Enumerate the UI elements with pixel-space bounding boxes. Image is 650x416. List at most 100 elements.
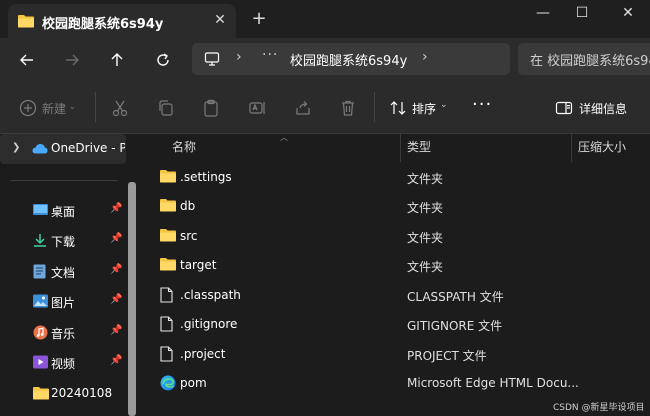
computer-icon [204, 51, 220, 70]
sidebar-scrollbar[interactable] [128, 182, 136, 416]
file-type: CLASSPATH 文件 [407, 290, 504, 304]
pin-icon[interactable]: 📌 [110, 355, 122, 366]
new-button[interactable] [18, 98, 38, 118]
back-button[interactable] [16, 50, 38, 70]
file-type: 文件夹 [407, 201, 444, 215]
sidebar-item-onedrive[interactable]: ❯ OneDrive - Personal [0, 134, 126, 164]
pin-icon[interactable]: 📌 [110, 203, 122, 214]
details-pane-label[interactable]: 详细信息 [579, 100, 627, 117]
details-pane-button[interactable] [554, 98, 574, 118]
chevron-down-icon: ⌄ [440, 100, 448, 110]
column-header-name[interactable]: 名称 [172, 138, 196, 162]
navigation-pane: ❯ OneDrive - Personal 桌面 📌 下载 📌 文档 📌 图片 … [0, 134, 140, 416]
trash-icon [342, 100, 354, 116]
sidebar-item-label: OneDrive - Personal [51, 141, 125, 155]
sidebar-item-downloads[interactable]: 下载 📌 [0, 227, 126, 255]
more-options-button[interactable]: ··· [472, 94, 492, 115]
table-row[interactable]: db 文件夹 [142, 192, 650, 221]
table-row[interactable]: .settings 文件夹 [142, 163, 650, 192]
file-name: pom [180, 376, 207, 390]
chevron-down-icon: ⌄ [69, 102, 76, 111]
new-button-label[interactable]: 新建 [42, 100, 66, 117]
file-name: .classpath [180, 288, 241, 302]
table-row[interactable]: .classpath CLASSPATH 文件 [142, 281, 650, 310]
sort-ascending-icon: ︿ [280, 133, 288, 142]
file-name: .gitignore [180, 317, 238, 331]
table-row[interactable]: target 文件夹 [142, 251, 650, 280]
column-header-type[interactable]: 类型 [407, 138, 431, 162]
music-icon [33, 325, 48, 340]
sidebar-item-documents[interactable]: 文档 📌 [0, 258, 126, 286]
sidebar-item-label: 桌面 [51, 205, 76, 219]
video-icon [33, 355, 48, 369]
share-button[interactable] [293, 98, 313, 118]
file-type: PROJECT 文件 [407, 349, 487, 363]
sidebar-item-videos[interactable]: 视频 📌 [0, 349, 126, 377]
file-icon [160, 287, 176, 303]
plus-circle-icon [19, 99, 37, 117]
refresh-icon [157, 53, 169, 66]
file-list: ︿ 名称 类型 压缩大小 .settings 文件夹 db 文件夹 src 文件… [142, 133, 650, 416]
copy-icon [159, 100, 173, 116]
sidebar-item-music[interactable]: 音乐 📌 [0, 319, 126, 347]
copy-button[interactable] [156, 98, 176, 118]
column-header-compressed-size[interactable]: 压缩大小 [578, 138, 626, 162]
details-pane-icon [555, 101, 573, 115]
document-icon [33, 264, 47, 279]
file-name: target [180, 258, 217, 272]
navigation-bar: › ··· 校园跑腿系统6s94y › 在 校园跑腿系统6s94y 中搜索 [0, 38, 650, 82]
table-row[interactable]: pom Microsoft Edge HTML Docu... [142, 369, 650, 398]
file-type: Microsoft Edge HTML Docu... [407, 376, 579, 390]
watermark: CSDN @新星毕设项目 [553, 403, 645, 413]
tab-current-folder[interactable]: 校园跑腿系统6s94y ✕ [8, 4, 236, 38]
tab-title: 校园跑腿系统6s94y [42, 17, 164, 32]
file-name: .project [180, 347, 226, 361]
sidebar-item-desktop[interactable]: 桌面 📌 [0, 197, 126, 225]
forward-button[interactable] [61, 50, 83, 70]
breadcrumb-current-folder[interactable]: 校园跑腿系统6s94y [290, 50, 407, 69]
command-bar: 新建 ⌄ 排序 ⌄ ··· 详细信息 [0, 82, 650, 134]
table-row[interactable]: src 文件夹 [142, 222, 650, 251]
paste-button[interactable] [201, 98, 221, 118]
breadcrumb-more-button[interactable]: ··· [262, 47, 278, 63]
desktop-icon [33, 203, 48, 217]
download-icon [33, 233, 47, 247]
file-name: db [180, 199, 196, 213]
table-row[interactable]: .gitignore GITIGNORE 文件 [142, 310, 650, 339]
folder-icon [33, 386, 49, 400]
file-icon [160, 346, 176, 362]
scissors-icon [112, 100, 128, 117]
tab-close-button[interactable]: ✕ [211, 11, 229, 29]
column-divider[interactable] [400, 134, 401, 162]
breadcrumb-chevron-icon[interactable]: › [236, 49, 242, 65]
minimize-button[interactable]: — [530, 4, 556, 22]
table-row[interactable]: .project PROJECT 文件 [142, 340, 650, 369]
address-bar[interactable]: › ··· 校园跑腿系统6s94y › [192, 43, 510, 75]
new-tab-button[interactable]: + [249, 9, 269, 29]
cut-button[interactable] [110, 98, 130, 118]
pin-icon[interactable]: 📌 [110, 264, 122, 275]
sidebar-item-20240108[interactable]: 20240108 [0, 380, 126, 408]
up-button[interactable] [106, 50, 128, 70]
close-window-button[interactable]: ✕ [615, 4, 641, 22]
maximize-button[interactable]: ☐ [569, 4, 595, 22]
folder-icon [160, 257, 176, 273]
delete-button[interactable] [338, 98, 358, 118]
sidebar-item-pictures[interactable]: 图片 📌 [0, 288, 126, 316]
sidebar-item-label: 图片 [51, 296, 76, 310]
pin-icon[interactable]: 📌 [110, 233, 122, 244]
sort-button[interactable] [388, 98, 408, 118]
breadcrumb-chevron-icon[interactable]: › [422, 49, 428, 65]
arrow-up-icon [111, 53, 123, 66]
folder-icon [160, 198, 176, 214]
column-divider[interactable] [571, 134, 572, 162]
search-input[interactable]: 在 校园跑腿系统6s94y 中搜索 [518, 43, 650, 75]
pin-icon[interactable]: 📌 [110, 294, 122, 305]
refresh-button[interactable] [152, 50, 174, 70]
chevron-right-icon[interactable]: ❯ [12, 142, 20, 153]
rename-button[interactable] [247, 98, 267, 118]
sort-button-label[interactable]: 排序 [412, 100, 436, 117]
pin-icon[interactable]: 📌 [110, 325, 122, 336]
file-type: GITIGNORE 文件 [407, 319, 503, 333]
file-type: 文件夹 [407, 231, 444, 245]
